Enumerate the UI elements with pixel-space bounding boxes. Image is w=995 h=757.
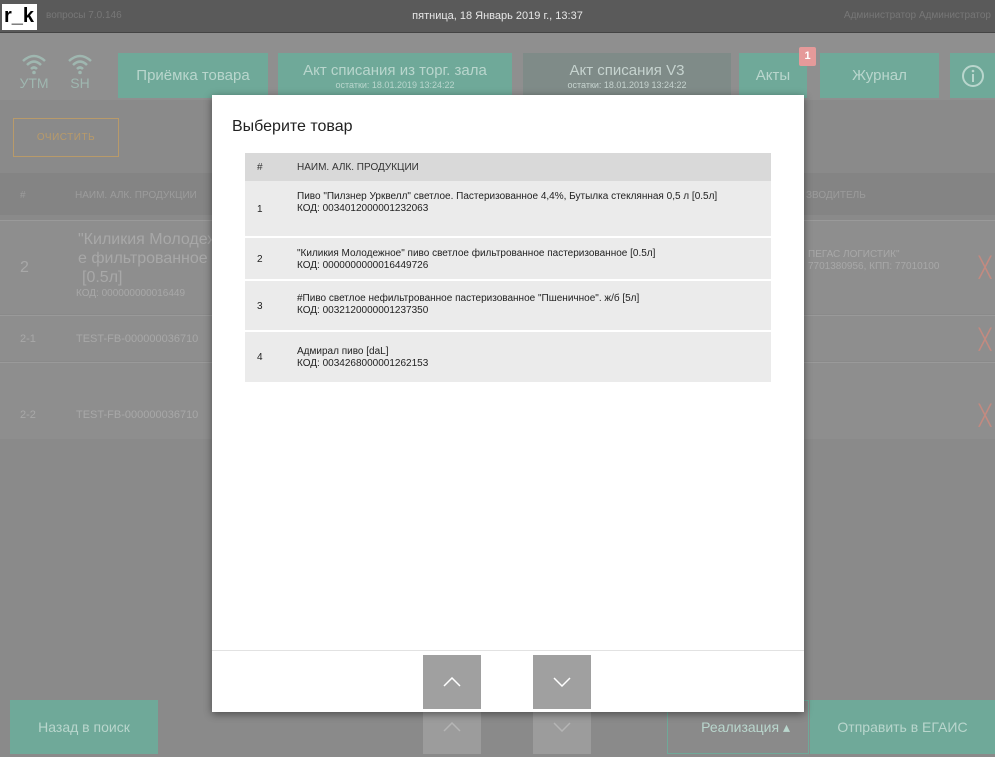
dialog-scroll-down-button[interactable] — [533, 655, 591, 709]
send-to-egais-button[interactable]: Отправить в ЕГАИС — [810, 700, 995, 754]
row-name-line: е фильтрованное — [78, 250, 208, 267]
sh-status[interactable]: SH — [63, 53, 97, 91]
delete-icon[interactable]: ╳ — [979, 403, 991, 428]
dialog-scroll-up-button[interactable] — [423, 655, 481, 709]
row-name-line: "Киликия Молодеж — [78, 231, 219, 248]
act-trade-hall-title: Акт списания из торг. зала — [303, 61, 487, 79]
row-code: КОД: 000000000016449 — [76, 288, 186, 299]
product-name: #Пиво светлое нефильтрованное пастеризов… — [297, 293, 640, 304]
current-user: Администратор Администратор — [843, 10, 991, 21]
dialog-table-header: # НАИМ. АЛК. ПРОДУКЦИИ — [245, 153, 771, 181]
product-num: 2 — [257, 254, 263, 265]
product-name: Адмирал пиво [daL] — [297, 346, 389, 357]
header-num: # — [20, 190, 26, 201]
delete-icon[interactable]: ╳ — [979, 255, 991, 280]
product-name: Пиво "Пилзнер Урквелл" светлое. Пастериз… — [297, 191, 718, 202]
product-num: 1 — [257, 204, 263, 215]
row-name-line: [0.5л] — [82, 269, 123, 286]
row-name: TEST-FB-000000036710 — [76, 333, 199, 345]
dialog-header-name: НАИМ. АЛК. ПРОДУКЦИИ — [297, 162, 419, 173]
acts-count-badge: 1 — [799, 47, 816, 66]
row-producer-inn: 7701380956, КПП: 77010100 — [808, 261, 940, 272]
select-product-dialog: Выберите товар # НАИМ. АЛК. ПРОДУКЦИИ 1 … — [212, 95, 804, 712]
utm-label: УТМ — [19, 75, 49, 91]
chevron-up-icon — [443, 676, 461, 687]
dialog-title: Выберите товар — [232, 118, 353, 135]
dialog-footer — [212, 650, 804, 712]
chevron-up-icon — [443, 721, 461, 732]
product-row[interactable]: 4 Адмирал пиво [daL] КОД: 00342680000012… — [245, 332, 771, 382]
info-button[interactable] — [950, 53, 995, 98]
delete-icon[interactable]: ╳ — [979, 327, 991, 352]
product-row[interactable]: 3 #Пиво светлое нефильтрованное пастериз… — [245, 281, 771, 331]
product-name: "Киликия Молодежное" пиво светлое фильтр… — [297, 248, 656, 259]
product-code: КОД: 0000000000016449726 — [297, 260, 429, 271]
row-name: TEST-FB-000000036710 — [76, 409, 199, 421]
row-num: 2 — [20, 259, 29, 276]
act-v3-title: Акт списания V3 — [569, 61, 685, 79]
journal-label: Журнал — [852, 67, 907, 84]
product-code: КОД: 0034012000001232063 — [297, 203, 429, 214]
product-code: КОД: 0034268000001262153 — [297, 358, 429, 369]
act-trade-hall-button[interactable]: Акт списания из торг. зала остатки: 18.0… — [278, 53, 512, 98]
chevron-down-icon — [553, 676, 571, 687]
journal-button[interactable]: Журнал — [820, 53, 939, 98]
sh-label: SH — [70, 75, 90, 91]
top-bar: r_k вопросы 7.0.146 пятница, 18 Январь 2… — [0, 0, 995, 33]
acts-button[interactable]: Акты — [739, 53, 807, 98]
receive-goods-label: Приёмка товара — [136, 67, 250, 84]
header-producer: ЗВОДИТЕЛЬ — [806, 190, 866, 201]
utm-status[interactable]: УТМ — [17, 53, 51, 91]
wifi-icon — [68, 54, 92, 75]
clear-button[interactable]: ОЧИСТИТЬ — [13, 118, 119, 157]
acts-label: Акты — [755, 67, 791, 84]
act-v3-button[interactable]: Акт списания V3 остатки: 18.01.2019 13:2… — [523, 53, 731, 98]
receive-goods-button[interactable]: Приёмка товара — [118, 53, 268, 98]
product-row[interactable]: 1 Пиво "Пилзнер Урквелл" светлое. Пастер… — [245, 181, 771, 237]
wifi-icon — [22, 54, 46, 75]
row-producer: ПЕГАС ЛОГИСТИК" — [808, 249, 900, 260]
row-num: 2-1 — [20, 333, 36, 345]
header-name: НАИМ. АЛК. ПРОДУКЦИИ — [75, 190, 197, 201]
product-code: КОД: 0032120000001237350 — [297, 305, 429, 316]
act-v3-sub: остатки: 18.01.2019 13:24:22 — [567, 79, 687, 90]
back-to-search-button[interactable]: Назад в поиск — [10, 700, 158, 754]
dialog-table-body: 1 Пиво "Пилзнер Урквелл" светлое. Пастер… — [245, 181, 771, 636]
act-trade-hall-sub: остатки: 18.01.2019 13:24:22 — [335, 79, 455, 90]
product-row[interactable]: 2 "Киликия Молодежное" пиво светлое филь… — [245, 238, 771, 280]
chevron-down-icon — [553, 722, 571, 733]
product-num: 3 — [257, 301, 263, 312]
row-num: 2-2 — [20, 409, 36, 421]
product-num: 4 — [257, 352, 263, 363]
info-icon — [961, 64, 984, 87]
dialog-header-num: # — [257, 162, 263, 173]
